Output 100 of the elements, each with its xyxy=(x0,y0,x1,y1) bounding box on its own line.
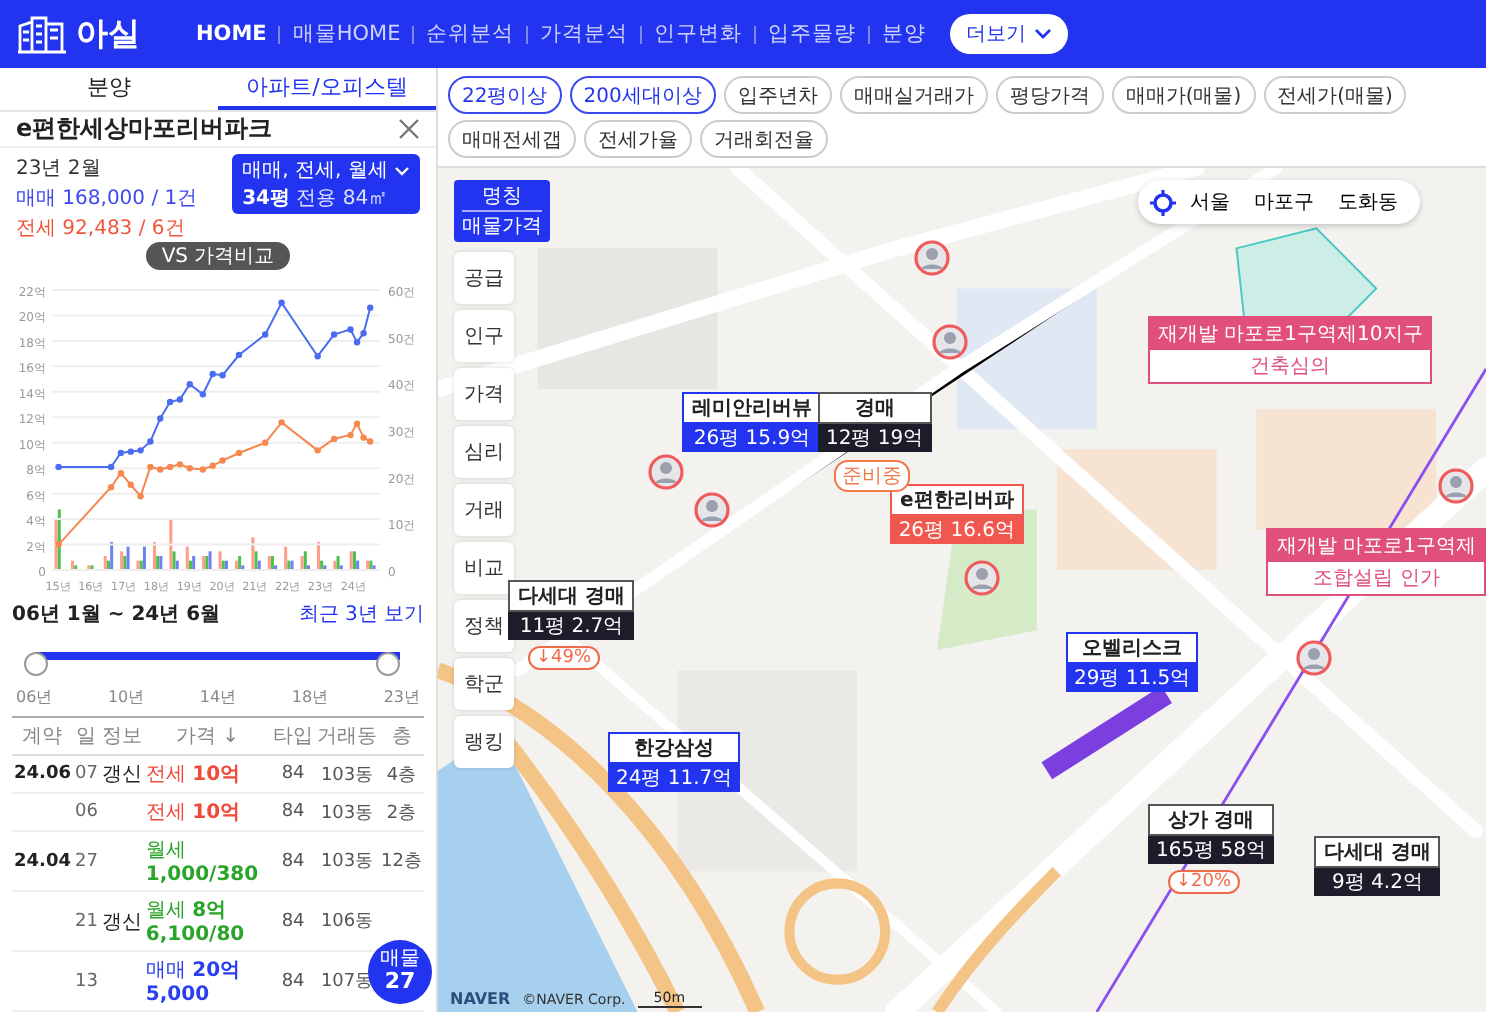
price-cell: 월세 1,000/380 xyxy=(145,840,259,886)
recent-link[interactable]: 최근 3년 보기 xyxy=(298,600,424,628)
filter-chip[interactable]: 매매실거래가 xyxy=(839,76,988,114)
marker-price[interactable]: 165평 58억 xyxy=(1148,836,1274,864)
filter-chip[interactable]: 22평이상 xyxy=(448,76,562,114)
jeonse-summary: 전세 92,483 / 6건 xyxy=(16,216,187,242)
price-cell: 전세 10억 xyxy=(145,764,241,786)
price-change-tag: ↓49% xyxy=(528,646,600,670)
table-cell: 107동 xyxy=(320,972,374,992)
column-header[interactable]: 정보 xyxy=(99,717,144,755)
marker-price[interactable]: 11평 2.7억 xyxy=(508,612,635,640)
filter-chip[interactable]: 전세가율 xyxy=(584,120,692,158)
column-header[interactable]: 층 xyxy=(379,717,424,755)
table-cell: 24.04 xyxy=(14,851,71,871)
table-cell: 2층 xyxy=(386,803,417,823)
status-tag: 준비중 xyxy=(834,460,910,492)
table-cell: 06 xyxy=(74,802,98,822)
slider-tick-label: 23년 xyxy=(383,686,420,708)
more-button[interactable]: 더보기 xyxy=(950,14,1069,54)
side-menu-button[interactable]: 정책 xyxy=(454,600,514,652)
slider-tick-label: 18년 xyxy=(291,686,329,708)
side-menu-button[interactable]: 랭킹 xyxy=(454,716,514,768)
slider-tick-label: 14년 xyxy=(199,686,237,708)
table-cell: 갱신 xyxy=(101,911,142,933)
side-menu-button[interactable]: 심리 xyxy=(454,426,514,478)
filter-chip[interactable]: 200세대이상 xyxy=(569,76,716,114)
side-menu-button[interactable]: 비교 xyxy=(454,542,514,594)
column-header[interactable]: 가격 ↓ xyxy=(143,717,272,755)
table-cell: 103동 xyxy=(320,765,374,785)
sale-summary: 매매 168,000 / 1건 xyxy=(16,186,198,212)
table-cell: 84 xyxy=(281,971,305,991)
marker-price[interactable]: 26평 15.9억 xyxy=(682,424,822,452)
table-cell: 07 xyxy=(74,764,98,784)
nav-link[interactable]: 입주물량 xyxy=(768,20,857,48)
table-cell: 12층 xyxy=(381,852,422,872)
table-cell: 84 xyxy=(281,802,305,822)
marker-price[interactable]: 9평 4.2억 xyxy=(1314,868,1441,896)
table-cell: 103동 xyxy=(320,852,374,872)
marker-title[interactable]: e편한리버파 xyxy=(890,484,1024,516)
complex-name: e편한세상마포리버파크 xyxy=(16,111,273,146)
period-label: 06년 1월 ~ 24년 6월 xyxy=(12,602,221,628)
month-label: 23년 2월 xyxy=(16,156,103,182)
marker-title[interactable]: 다세대 경매 xyxy=(1314,836,1441,868)
marker-price[interactable]: 12평 19억 xyxy=(818,424,932,452)
nav-link[interactable]: 인구변화 xyxy=(654,20,743,48)
price-cell: 전세 10억 xyxy=(145,802,241,824)
table-cell: 갱신 xyxy=(101,764,142,786)
price-cell: 매매 20억 5,000 xyxy=(145,960,241,1006)
table-cell: 24.06 xyxy=(14,764,71,784)
table-cell: 103동 xyxy=(320,803,374,823)
filter-chip[interactable]: 입주년차 xyxy=(723,76,832,114)
zone-title[interactable]: 재개발 마포로1구역제10지구 xyxy=(1150,318,1431,350)
table-cell: 4층 xyxy=(386,765,417,785)
compare-button[interactable]: VS 가격비교 xyxy=(145,242,291,270)
table-cell: 84 xyxy=(281,851,305,871)
marker-title[interactable]: 레미안리버뷰 xyxy=(682,392,822,424)
table-cell: 13 xyxy=(74,971,98,991)
marker-title[interactable]: 다세대 경매 xyxy=(508,580,635,612)
nav-link[interactable]: HOME xyxy=(196,22,267,46)
listing-count-button[interactable]: 매물 27 xyxy=(368,940,432,1004)
view-toggle[interactable]: 명칭 매물가격 xyxy=(454,180,550,242)
filter-chip[interactable]: 평당가격 xyxy=(995,76,1104,114)
filter-chip[interactable]: 매매가(매물) xyxy=(1111,76,1256,114)
side-menu-button[interactable]: 학군 xyxy=(454,658,514,710)
table-cell: 27 xyxy=(74,851,98,871)
zone-title[interactable]: 재개발 마포로1구역제 xyxy=(1268,530,1484,562)
marker-title[interactable]: 상가 경매 xyxy=(1148,804,1274,836)
marker-title[interactable]: 경매 xyxy=(818,392,932,424)
filter-chip[interactable]: 전세가(매물) xyxy=(1263,76,1407,114)
nav-link[interactable]: 가격분석 xyxy=(540,20,629,48)
table-cell: 84 xyxy=(281,911,305,931)
marker-title[interactable]: 한강삼성 xyxy=(608,732,741,764)
slider-tick-label: 06년 xyxy=(16,686,53,708)
zone-status: 건축심의 xyxy=(1248,354,1333,382)
filter-chip[interactable]: 매매전세갭 xyxy=(448,120,576,158)
side-menu-button[interactable]: 가격 xyxy=(454,368,514,420)
marker-title[interactable]: 오벨리스크 xyxy=(1066,632,1199,664)
price-change-tag: ↓20% xyxy=(1168,870,1240,894)
logo-text[interactable]: 아실 xyxy=(76,13,140,55)
side-menu-button[interactable]: 공급 xyxy=(454,252,514,304)
table-cell: 21 xyxy=(74,911,98,931)
marker-price[interactable]: 29평 11.5억 xyxy=(1066,664,1199,692)
slider-tick-label: 10년 xyxy=(107,686,145,708)
price-cell: 월세 8억 6,100/80 xyxy=(145,900,245,946)
nav-link[interactable]: 매물HOME xyxy=(292,20,401,48)
column-header[interactable]: 일 xyxy=(72,717,100,755)
side-menu-button[interactable]: 인구 xyxy=(454,310,514,362)
marker-price[interactable]: 24평 11.7억 xyxy=(608,764,741,792)
column-header[interactable]: 거래동 xyxy=(315,717,380,755)
zone-status: 조합설립 인가 xyxy=(1311,566,1442,594)
nav-link[interactable]: 분양 xyxy=(882,20,927,48)
type-selector[interactable]: 매매, 전세, 월세 34평 전용 84㎡ xyxy=(232,154,420,214)
table-cell: 106동 xyxy=(320,912,374,932)
side-menu-button[interactable]: 거래 xyxy=(454,484,514,536)
map-logo: NAVER xyxy=(450,990,511,1008)
table-cell: 84 xyxy=(281,764,305,784)
filter-chip[interactable]: 거래회전율 xyxy=(700,120,828,158)
column-header[interactable]: 타입 xyxy=(271,717,316,755)
nav-link[interactable]: 순위분석 xyxy=(426,20,515,48)
column-header[interactable]: 계약 xyxy=(12,717,73,755)
